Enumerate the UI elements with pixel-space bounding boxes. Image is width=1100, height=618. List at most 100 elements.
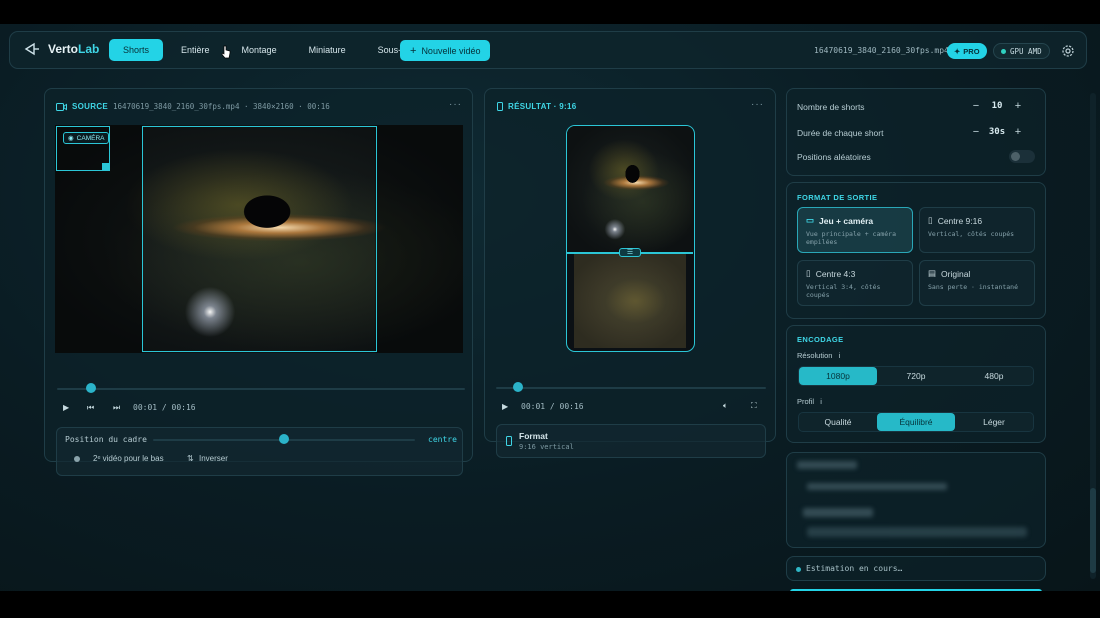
- skip-forward-icon[interactable]: ⏭: [113, 403, 120, 413]
- resolution-480p[interactable]: 480p: [955, 367, 1033, 385]
- resolution-label: Résolution i: [797, 351, 841, 360]
- gear-icon[interactable]: [1060, 43, 1076, 59]
- result-top-frame: [567, 126, 693, 252]
- logo-icon: [24, 42, 39, 56]
- gpu-badge: GPU AMD: [993, 43, 1050, 59]
- more-options-icon[interactable]: ···: [751, 99, 764, 110]
- camera-badge-label: CAMÉRA: [76, 134, 105, 142]
- tab-shorts[interactable]: Shorts: [109, 39, 164, 61]
- split-handle-icon[interactable]: ☰: [619, 248, 641, 257]
- logo-text: VertoLab: [48, 42, 100, 56]
- phone-icon: ▯: [806, 268, 811, 278]
- frame-position-label: Position du cadre: [65, 435, 147, 444]
- minus-icon[interactable]: −: [967, 126, 985, 138]
- info-icon[interactable]: i: [820, 397, 822, 406]
- profile-light[interactable]: Léger: [955, 413, 1033, 431]
- source-meta: 16470619_3840_2160_30fps.mp4 · 3840×2160…: [113, 102, 330, 111]
- phone-icon: [506, 436, 512, 446]
- current-filename: 16470619_3840_2160_30fps.mp4: [814, 46, 949, 55]
- source-header: SOURCE 16470619_3840_2160_30fps.mp4 · 38…: [56, 102, 330, 111]
- skip-back-icon[interactable]: ⏮: [87, 403, 94, 413]
- swap-icon[interactable]: ⇅: [187, 454, 194, 463]
- info-icon[interactable]: i: [839, 351, 841, 360]
- shorts-count-stepper[interactable]: − 10 +: [967, 100, 1027, 112]
- encoding-panel: ENCODAGE Résolution i 1080p 720p 480p Pr…: [786, 325, 1046, 443]
- result-title: RÉSULTAT · 9:16: [508, 102, 577, 111]
- shorts-count-label: Nombre de shorts: [797, 102, 865, 112]
- loading-panel: [786, 452, 1046, 548]
- minus-icon[interactable]: −: [967, 100, 985, 112]
- new-video-button[interactable]: + Nouvelle vidéo: [400, 40, 491, 61]
- shorts-settings-panel: Nombre de shorts − 10 + Durée de chaque …: [786, 88, 1046, 176]
- app-window: VertoLab Shorts Entière Montage Miniatur…: [0, 24, 1100, 591]
- second-video-label[interactable]: 2ᵉ vidéo pour le bas: [93, 454, 164, 463]
- pro-badge[interactable]: ✦ PRO: [947, 43, 987, 59]
- duration-label: Durée de chaque short: [797, 128, 884, 138]
- invert-label[interactable]: Inverser: [199, 454, 228, 463]
- source-title: SOURCE: [72, 102, 109, 111]
- profile-quality[interactable]: Qualité: [799, 413, 877, 431]
- source-video[interactable]: ◉ CAMÉRA: [55, 125, 463, 353]
- result-time: 00:01 / 00:16: [521, 402, 584, 411]
- duration-value[interactable]: 30s: [985, 127, 1009, 137]
- random-positions-label: Positions aléatoires: [797, 152, 871, 162]
- more-options-icon[interactable]: ···: [449, 99, 462, 110]
- profile-label: Profil i: [797, 397, 822, 406]
- loading-placeholder: [807, 483, 947, 490]
- tab-miniature[interactable]: Miniature: [295, 39, 360, 61]
- sparkle-icon: ✦: [954, 46, 961, 56]
- estimate-label: Estimation en cours…: [806, 564, 903, 573]
- volume-icon[interactable]: 🔈︎: [723, 401, 728, 411]
- status-dot-icon: [1001, 48, 1006, 54]
- profile-balanced[interactable]: Équilibré: [877, 413, 955, 431]
- loading-placeholder: [807, 527, 1027, 537]
- result-timeline-thumb[interactable]: [513, 382, 524, 392]
- result-header: RÉSULTAT · 9:16: [497, 102, 577, 111]
- profile-selector[interactable]: Qualité Équilibré Léger: [798, 412, 1034, 432]
- vertical-preview[interactable]: ☰: [566, 125, 695, 352]
- play-icon[interactable]: ▶: [63, 403, 69, 412]
- random-positions-toggle[interactable]: [1009, 150, 1035, 163]
- radio-icon[interactable]: [74, 456, 80, 462]
- frame-position-thumb[interactable]: [279, 434, 289, 444]
- loading-placeholder: [797, 461, 857, 469]
- duration-stepper[interactable]: − 30s +: [967, 126, 1027, 138]
- tab-montage[interactable]: Montage: [228, 39, 291, 61]
- play-icon[interactable]: ▶: [502, 402, 508, 411]
- format-option-game-camera[interactable]: ▭ Jeu + caméra Vue principale + caméra em…: [797, 207, 913, 253]
- source-timeline[interactable]: [57, 388, 465, 390]
- frame-settings: Position du cadre centre 2ᵉ vidéo pour l…: [56, 427, 463, 476]
- calendar-icon: ▤: [928, 268, 937, 278]
- resolution-selector[interactable]: 1080p 720p 480p: [798, 366, 1034, 386]
- camera-badge: ◉ CAMÉRA: [63, 132, 110, 144]
- resolution-1080p[interactable]: 1080p: [799, 367, 877, 385]
- phone-icon: [497, 102, 503, 111]
- plus-icon[interactable]: +: [1009, 100, 1027, 112]
- result-timeline[interactable]: [496, 387, 766, 389]
- result-panel: RÉSULTAT · 9:16 ··· ☰ ▶ 00:01 / 00:16 🔈︎…: [484, 88, 776, 458]
- output-format-panel: FORMAT DE SORTIE ▭ Jeu + caméra Vue princ…: [786, 182, 1046, 319]
- logo[interactable]: VertoLab: [24, 42, 99, 56]
- resize-handle[interactable]: [102, 163, 109, 170]
- format-option-original[interactable]: ▤ Original Sans perte · instantané: [919, 260, 1035, 306]
- shorts-count-value[interactable]: 10: [985, 101, 1009, 111]
- mode-tabs: Shorts Entière Montage Miniature Sous-ti…: [109, 39, 435, 61]
- crop-frame[interactable]: [142, 126, 377, 352]
- source-timeline-thumb[interactable]: [85, 383, 96, 393]
- new-video-label: Nouvelle vidéo: [421, 45, 481, 56]
- fullscreen-icon[interactable]: ⛶: [751, 401, 757, 411]
- video-camera-icon: [56, 102, 67, 111]
- plus-icon: +: [410, 44, 417, 57]
- loading-placeholder: [803, 508, 873, 517]
- monitor-icon: ▭: [806, 215, 815, 225]
- mouse-cursor-icon: [221, 45, 231, 59]
- format-option-center-916[interactable]: ▯ Centre 9:16 Vertical, côtés coupés: [919, 207, 1035, 253]
- right-scrollbar[interactable]: [1090, 93, 1096, 579]
- format-option-center-43[interactable]: ▯ Centre 4:3 Vertical 3:4, côtés coupés: [797, 260, 913, 306]
- export-button[interactable]: [790, 589, 1042, 591]
- frame-position-value: centre: [428, 435, 457, 444]
- resolution-720p[interactable]: 720p: [877, 367, 955, 385]
- output-format-title: FORMAT DE SORTIE: [797, 193, 878, 202]
- plus-icon[interactable]: +: [1009, 126, 1027, 138]
- tab-entiere[interactable]: Entière: [167, 39, 224, 61]
